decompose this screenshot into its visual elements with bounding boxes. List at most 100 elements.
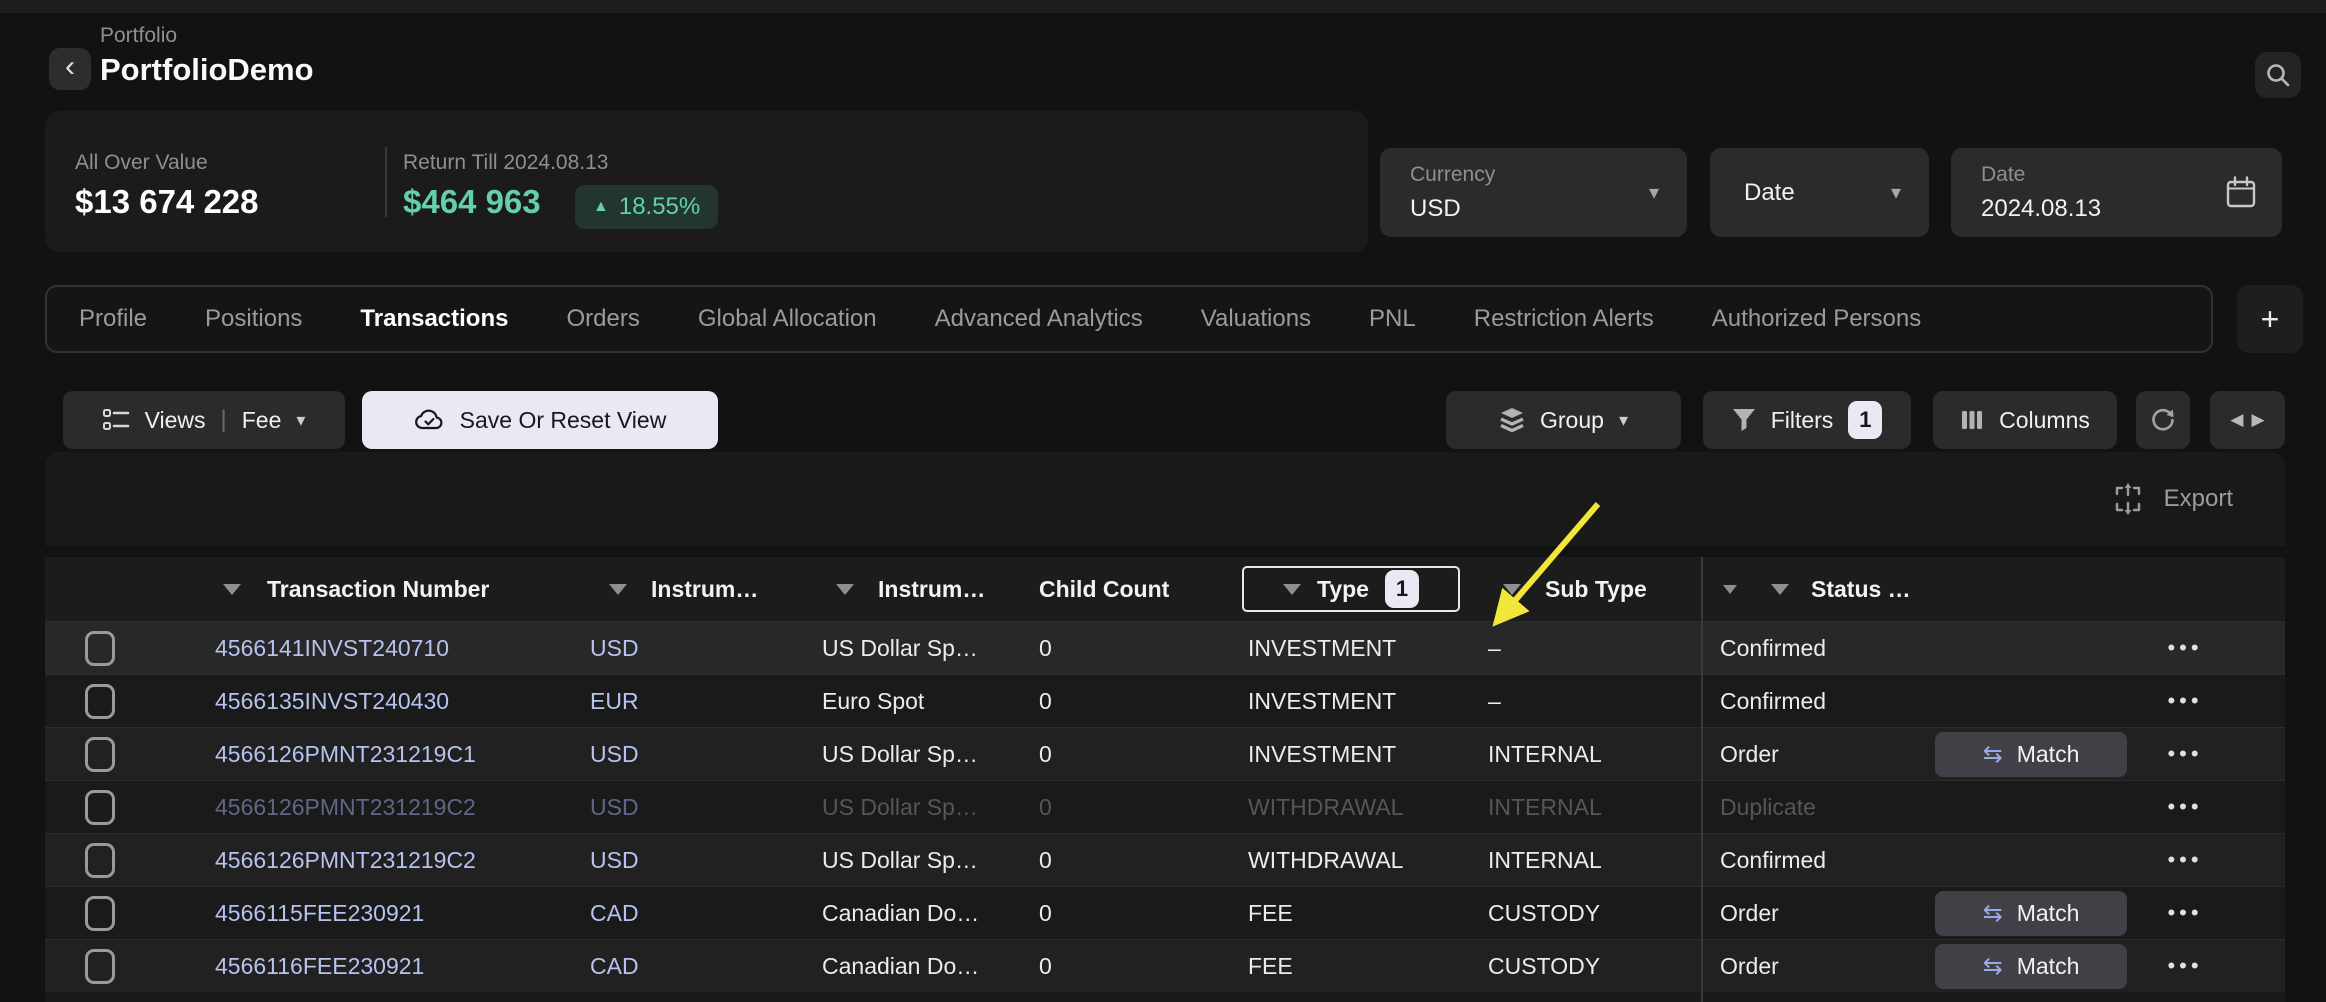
views-button[interactable]: Views | Fee ▾	[63, 391, 345, 449]
tab-authorized-persons[interactable]: Authorized Persons	[1712, 305, 1921, 333]
row-actions-button[interactable]: •••	[2150, 675, 2220, 727]
row-actions-button[interactable]: •••	[2150, 887, 2220, 939]
columns-button[interactable]: Columns	[1933, 391, 2117, 449]
row-checkbox[interactable]	[85, 684, 115, 719]
table-body: 4566141INVST240710 USD US Dollar Sp… 0 INVES…	[45, 621, 2285, 992]
row-actions-button[interactable]: •••	[2150, 728, 2220, 780]
page-title: PortfolioDemo	[100, 52, 314, 88]
all-over-value: $13 674 228	[75, 183, 259, 221]
instrument-currency-link[interactable]: USD	[590, 728, 639, 780]
search-button[interactable]	[2255, 52, 2301, 98]
column-menu-icon[interactable]	[1283, 584, 1301, 595]
tab-orders[interactable]: Orders	[566, 305, 639, 333]
instrument-currency-link[interactable]: USD	[590, 834, 639, 886]
match-button[interactable]: ⇆Match	[1935, 891, 2127, 936]
date-picker[interactable]: Date 2024.08.13	[1951, 148, 2282, 237]
tab-profile[interactable]: Profile	[79, 305, 147, 333]
column-menu-icon[interactable]	[1771, 584, 1789, 595]
views-label: Views	[145, 407, 206, 434]
instrument-currency-link[interactable]: USD	[590, 622, 639, 674]
transaction-number-link[interactable]: 4566116FEE230921	[215, 940, 424, 992]
swap-arrows-icon: ⇆	[1983, 899, 2003, 928]
date-mode-select[interactable]: Date ▾	[1710, 148, 1929, 237]
match-button[interactable]: ⇆Match	[1935, 944, 2127, 989]
transaction-number-link[interactable]: 4566141INVST240710	[215, 622, 449, 674]
tab-restriction-alerts[interactable]: Restriction Alerts	[1474, 305, 1654, 333]
chevron-down-icon: ▾	[296, 410, 305, 431]
column-type-filter-box[interactable]: Type 1	[1242, 566, 1460, 612]
transaction-number-link[interactable]: 4566115FEE230921	[215, 887, 424, 939]
column-sub-type[interactable]: Sub Type	[1545, 557, 1647, 621]
status: Confirmed	[1720, 834, 1826, 886]
transaction-number-link[interactable]: 4566126PMNT231219C2	[215, 834, 476, 886]
column-menu-icon[interactable]	[1723, 585, 1737, 594]
status: Duplicate	[1720, 781, 1816, 833]
tab-valuations[interactable]: Valuations	[1201, 305, 1311, 333]
column-menu-icon[interactable]	[223, 584, 241, 595]
row-actions-button[interactable]: •••	[2150, 622, 2220, 674]
currency-select[interactable]: Currency USD ▾	[1380, 148, 1687, 237]
column-menu-icon[interactable]	[609, 584, 627, 595]
row-checkbox[interactable]	[85, 896, 115, 931]
table-row: 4566126PMNT231219C1USDUS Dollar Sp…0INVE…	[45, 727, 2285, 780]
sub-type: INTERNAL	[1488, 781, 1602, 833]
status: Confirmed	[1720, 622, 1826, 674]
currency-select-value: USD	[1410, 195, 1461, 223]
row-checkbox[interactable]	[85, 737, 115, 772]
row-checkbox[interactable]	[85, 949, 115, 984]
transaction-number-link[interactable]: 4566135INVST240430	[215, 675, 449, 727]
chevron-prev-icon: ◀	[2230, 410, 2243, 430]
transaction-type: FEE	[1248, 940, 1293, 992]
export-icon	[2112, 482, 2144, 516]
column-menu-icon[interactable]	[836, 584, 854, 595]
tab-transactions[interactable]: Transactions	[360, 305, 508, 333]
table-header: Transaction Number Instrum… Instrum… Chi…	[45, 557, 2285, 621]
top-strip	[0, 0, 2326, 13]
columns-icon	[1960, 408, 1984, 432]
transaction-type: WITHDRAWAL	[1248, 834, 1403, 886]
sub-type: INTERNAL	[1488, 728, 1602, 780]
stats-divider	[385, 147, 387, 217]
row-actions-button[interactable]: •••	[2150, 834, 2220, 886]
row-checkbox[interactable]	[85, 631, 115, 666]
instrument-currency-link[interactable]: CAD	[590, 887, 639, 939]
table-row: 4566126PMNT231219C2USDUS Dollar Sp…0WITH…	[45, 780, 2285, 833]
row-checkbox[interactable]	[85, 790, 115, 825]
group-label: Group	[1540, 407, 1604, 434]
date-picker-value: 2024.08.13	[1981, 195, 2101, 223]
transactions-table: Transaction Number Instrum… Instrum… Chi…	[45, 557, 2285, 1002]
table-row: 4566115FEE230921CADCanadian Do…0FEECUSTO…	[45, 886, 2285, 939]
add-tab-button[interactable]: +	[2237, 285, 2303, 353]
group-button[interactable]: Group ▾	[1446, 391, 1681, 449]
column-status[interactable]: Status …	[1811, 557, 1911, 621]
pager-button[interactable]: ◀ ▶	[2210, 391, 2285, 449]
export-button[interactable]: Export	[2112, 452, 2233, 546]
row-checkbox[interactable]	[85, 843, 115, 878]
row-actions-button[interactable]: •••	[2150, 781, 2220, 833]
column-menu-icon[interactable]	[1503, 584, 1521, 595]
transaction-number-link[interactable]: 4566126PMNT231219C1	[215, 728, 476, 780]
refresh-button[interactable]	[2136, 391, 2190, 449]
back-button[interactable]: ‹	[49, 48, 91, 90]
status: Order	[1720, 940, 1779, 992]
instrument-name: US Dollar Sp…	[822, 781, 978, 833]
instrument-currency-link[interactable]: CAD	[590, 940, 639, 992]
match-button[interactable]: ⇆Match	[1935, 732, 2127, 777]
filters-button[interactable]: Filters 1	[1703, 391, 1911, 449]
transaction-number-link[interactable]: 4566126PMNT231219C2	[215, 781, 476, 833]
tab-positions[interactable]: Positions	[205, 305, 302, 333]
column-child-count[interactable]: Child Count	[1039, 557, 1169, 621]
child-count: 0	[1039, 940, 1052, 992]
transaction-type: INVESTMENT	[1248, 728, 1396, 780]
row-actions-button[interactable]: •••	[2150, 940, 2220, 992]
tab-pnl[interactable]: PNL	[1369, 305, 1416, 333]
instrument-name: Canadian Do…	[822, 940, 979, 992]
tab-global-allocation[interactable]: Global Allocation	[698, 305, 877, 333]
instrument-currency-link[interactable]: USD	[590, 781, 639, 833]
column-instrument-currency[interactable]: Instrum…	[651, 557, 758, 621]
column-transaction-number[interactable]: Transaction Number	[267, 557, 489, 621]
instrument-currency-link[interactable]: EUR	[590, 675, 639, 727]
tab-advanced-analytics[interactable]: Advanced Analytics	[935, 305, 1143, 333]
save-or-reset-view-button[interactable]: Save Or Reset View	[362, 391, 718, 449]
column-instrument-name[interactable]: Instrum…	[878, 557, 985, 621]
